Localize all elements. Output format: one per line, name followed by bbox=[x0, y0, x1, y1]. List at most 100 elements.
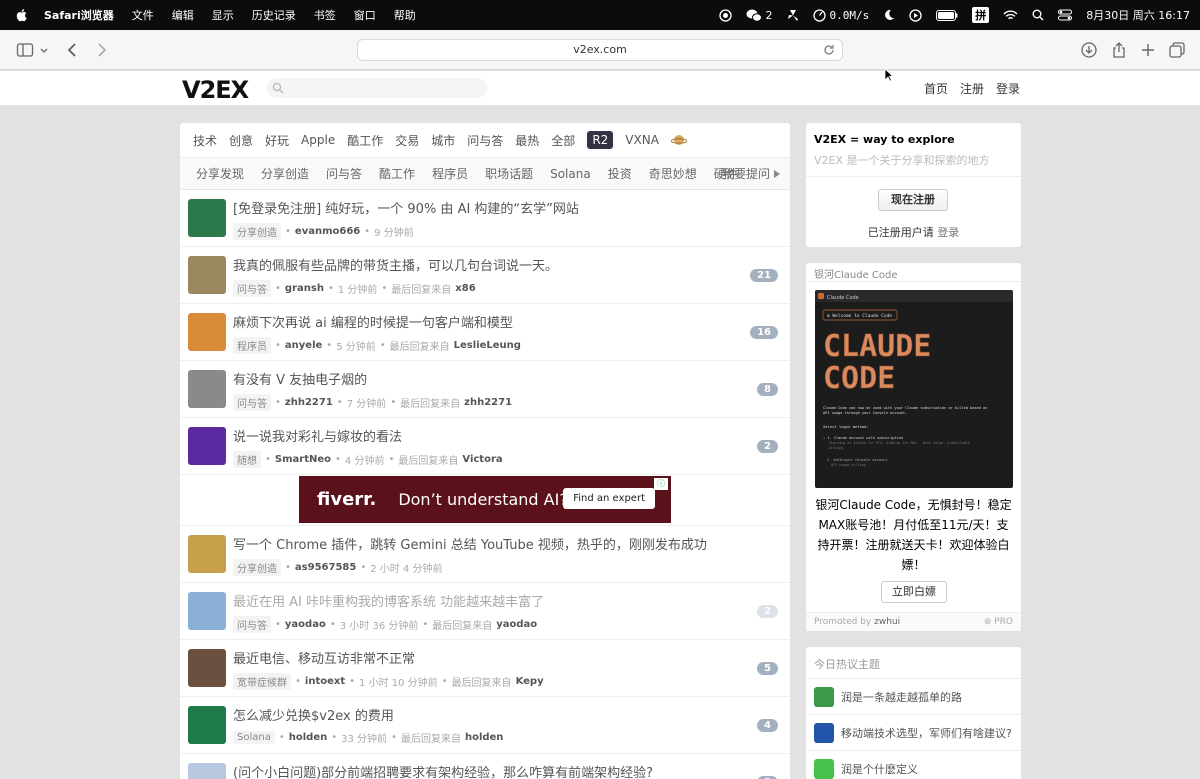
last-reply-user[interactable]: LeslieLeung bbox=[454, 340, 521, 351]
tab-all[interactable]: 全部 bbox=[551, 130, 575, 151]
last-reply-user[interactable]: Kepy bbox=[516, 676, 544, 687]
reload-icon[interactable] bbox=[822, 43, 836, 57]
reply-count-badge[interactable]: 21 bbox=[750, 269, 778, 282]
login-link[interactable]: 登录 bbox=[937, 226, 959, 239]
record-icon[interactable] bbox=[718, 8, 732, 22]
menu-window[interactable]: 窗口 bbox=[354, 7, 376, 23]
tab-r2[interactable]: R2 bbox=[587, 131, 614, 149]
author-link[interactable]: intoext bbox=[305, 676, 345, 687]
apple-icon[interactable] bbox=[14, 7, 30, 23]
hot-topic-item[interactable]: 润是个什麽定义 bbox=[806, 751, 1021, 779]
menu-history[interactable]: 历史记录 bbox=[252, 7, 296, 23]
promoter-link[interactable]: zwhui bbox=[874, 617, 900, 627]
menu-app-name[interactable]: Safari浏览器 bbox=[44, 7, 114, 23]
node-tag[interactable]: 问与答 bbox=[233, 394, 271, 411]
fiverr-ad-banner[interactable]: fiverr. Don’t understand AI? Find an exp… bbox=[299, 476, 671, 523]
node-tag[interactable]: 程序员 bbox=[233, 337, 271, 354]
tab-deals[interactable]: 交易 bbox=[395, 130, 419, 151]
share-icon[interactable] bbox=[1110, 41, 1128, 59]
control-center-icon[interactable] bbox=[1058, 9, 1073, 21]
reply-count-badge[interactable]: 5 bbox=[757, 662, 778, 675]
moon-icon[interactable] bbox=[883, 9, 895, 21]
hot-topic-item[interactable]: 移动端技术选型，军师们有啥建议? bbox=[806, 715, 1021, 751]
topic-title[interactable]: [免登录免注册] 纯好玩，一个 90% 由 AI 构建的“玄学”网站 bbox=[233, 198, 579, 217]
site-logo[interactable]: V2EX bbox=[182, 76, 249, 104]
topic-title[interactable]: 说一说我对彩礼与嫁妆的看法 bbox=[233, 426, 402, 445]
nav-login[interactable]: 登录 bbox=[996, 80, 1020, 97]
author-link[interactable]: yaodao bbox=[285, 619, 326, 630]
avatar[interactable] bbox=[814, 723, 834, 743]
tab-creative[interactable]: 创意 bbox=[229, 130, 253, 151]
subtab-invest[interactable]: 投资 bbox=[608, 165, 632, 182]
menubar-clock[interactable]: 8月30日 周六 16:17 bbox=[1086, 7, 1190, 23]
author-link[interactable]: holden bbox=[289, 732, 327, 743]
register-button[interactable]: 现在注册 bbox=[878, 189, 948, 211]
promo-image[interactable]: Claude Code ✻ Welcome to Claude Code CLA… bbox=[815, 290, 1013, 488]
reply-count-badge[interactable]: 8 bbox=[757, 383, 778, 396]
tab-tech[interactable]: 技术 bbox=[193, 130, 217, 151]
play-icon[interactable] bbox=[909, 8, 922, 22]
avatar[interactable] bbox=[188, 370, 226, 408]
node-tag[interactable]: 问与答 bbox=[233, 280, 271, 297]
avatar[interactable] bbox=[814, 759, 834, 779]
topic-title[interactable]: 有没有 V 友抽电子烟的 bbox=[233, 369, 367, 388]
topic-title[interactable]: 麻烦下次再说 ai 编程的时候提一句客户端和模型 bbox=[233, 312, 513, 331]
tab-hot[interactable]: 最热 bbox=[515, 130, 539, 151]
reply-count-badge[interactable]: 2 bbox=[757, 605, 778, 618]
subtab-programmer[interactable]: 程序员 bbox=[432, 165, 468, 182]
reply-count-badge[interactable]: 2 bbox=[757, 440, 778, 453]
author-link[interactable]: gransh bbox=[285, 283, 324, 294]
ad-cta-button[interactable]: Find an expert bbox=[563, 488, 655, 509]
topic-title[interactable]: 怎么减少兑换$v2ex 的费用 bbox=[233, 705, 394, 724]
wechat-icon[interactable]: 2 bbox=[746, 9, 773, 22]
menu-file[interactable]: 文件 bbox=[132, 7, 154, 23]
hot-topic-item[interactable]: 润是一条越走越孤单的路 bbox=[806, 679, 1021, 715]
node-tag[interactable]: 分享创造 bbox=[233, 559, 281, 576]
avatar[interactable] bbox=[188, 649, 226, 687]
subtab-solana[interactable]: Solana bbox=[550, 167, 591, 181]
subtab-career[interactable]: 职场话题 bbox=[485, 165, 533, 182]
tab-qna[interactable]: 问与答 bbox=[467, 130, 503, 151]
battery-icon[interactable] bbox=[936, 9, 958, 21]
forward-arrow-icon[interactable] bbox=[92, 41, 110, 59]
last-reply-user[interactable]: Victora bbox=[462, 454, 502, 465]
nav-home[interactable]: 首页 bbox=[924, 80, 948, 97]
avatar[interactable] bbox=[188, 592, 226, 630]
menu-view[interactable]: 显示 bbox=[212, 7, 234, 23]
spotlight-search-icon[interactable] bbox=[1032, 9, 1044, 21]
tab-vxna[interactable]: VXNA bbox=[625, 131, 659, 149]
hot-topic-title[interactable]: 移动端技术选型，军师们有啥建议? bbox=[841, 725, 1012, 741]
node-tag[interactable]: 随想 bbox=[233, 451, 261, 468]
topic-title[interactable]: 我真的佩服有些品牌的带货主播，可以几句台词说一天。 bbox=[233, 255, 558, 274]
wifi-icon[interactable] bbox=[1003, 10, 1018, 21]
chevron-down-icon[interactable] bbox=[38, 41, 50, 59]
fan-icon[interactable] bbox=[787, 9, 799, 22]
subtab-create[interactable]: 分享创造 bbox=[261, 165, 309, 182]
avatar[interactable] bbox=[188, 313, 226, 351]
hot-topic-title[interactable]: 润是个什麽定义 bbox=[841, 761, 918, 777]
topic-title[interactable]: 最近电信、移动互访非常不正常 bbox=[233, 648, 415, 667]
avatar[interactable] bbox=[188, 427, 226, 465]
sidebar-toggle-icon[interactable] bbox=[16, 41, 34, 59]
topic-title[interactable]: 写一个 Chrome 插件，跳转 Gemini 总结 YouTube 视频，热乎… bbox=[233, 534, 707, 553]
subtab-ideas[interactable]: 奇思妙想 bbox=[649, 165, 697, 182]
node-tag[interactable]: Solana bbox=[233, 731, 275, 744]
subtab-qna[interactable]: 问与答 bbox=[326, 165, 362, 182]
tab-city[interactable]: 城市 bbox=[431, 130, 455, 151]
menu-bookmarks[interactable]: 书签 bbox=[314, 7, 336, 23]
menu-help[interactable]: 帮助 bbox=[394, 7, 416, 23]
node-tag[interactable]: 分享创造 bbox=[233, 223, 281, 240]
topic-title[interactable]: 最近在用 AI 咔咔重构我的博客系统 功能越来越丰富了 bbox=[233, 591, 544, 610]
last-reply-user[interactable]: yaodao bbox=[496, 619, 537, 630]
download-icon[interactable] bbox=[1080, 41, 1098, 59]
author-link[interactable]: as9567585 bbox=[295, 562, 356, 573]
avatar[interactable] bbox=[188, 763, 226, 779]
nav-register[interactable]: 注册 bbox=[960, 80, 984, 97]
subtab-jobs[interactable]: 酷工作 bbox=[379, 165, 415, 182]
avatar[interactable] bbox=[814, 687, 834, 707]
avatar[interactable] bbox=[188, 706, 226, 744]
tab-apple[interactable]: Apple bbox=[301, 131, 335, 149]
pro-badge[interactable]: ⊛ PRO bbox=[984, 617, 1013, 627]
back-arrow-icon[interactable] bbox=[64, 41, 82, 59]
tab-overview-icon[interactable] bbox=[1168, 41, 1186, 59]
